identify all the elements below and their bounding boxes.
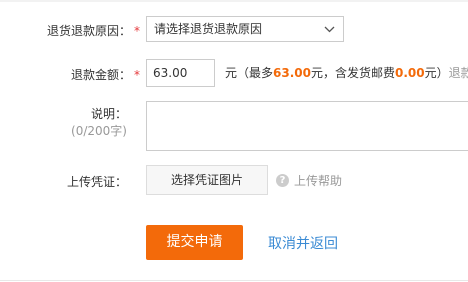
select-image-button[interactable]: 选择凭证图片	[146, 165, 268, 195]
upload-help-label: 上传帮助	[294, 174, 343, 188]
refund-amount-input[interactable]	[146, 59, 215, 87]
description-char-count: (0/200字)	[71, 124, 127, 138]
submit-button[interactable]: 提交申请	[146, 225, 243, 260]
upload-help-link[interactable]: ? 上传帮助	[276, 172, 342, 189]
reason-label: 退货退款原因： *	[47, 22, 140, 39]
description-textarea[interactable]	[146, 101, 468, 151]
question-circle-icon: ?	[276, 174, 289, 187]
reason-select[interactable]: 请选择退货退款原因	[146, 16, 344, 42]
shipping-fee: 0.00	[395, 66, 425, 80]
reason-select-value: 请选择退货退款原因	[154, 22, 263, 36]
upload-label: 上传凭证：	[66, 175, 127, 189]
amount-note: 元（最多63.00元，含发货邮费0.00元）退款	[225, 63, 468, 83]
reason-label-text: 退货退款原因：	[46, 24, 131, 38]
amount-note-mid: 元，含发货邮费	[310, 66, 395, 80]
max-amount: 63.00	[273, 66, 311, 80]
amount-note-prefix: 元（最多	[225, 66, 274, 80]
bottom-divider	[0, 280, 468, 281]
amount-label: 退款金额： *	[71, 66, 140, 83]
cancel-return-link[interactable]: 取消并返回	[268, 233, 338, 253]
amount-label-text: 退款金额：	[70, 68, 131, 82]
chevron-down-icon	[324, 17, 335, 41]
amount-note-cut: 退款	[448, 66, 468, 80]
top-divider	[0, 0, 468, 2]
amount-required-mark: *	[134, 68, 140, 82]
reason-required-mark: *	[134, 24, 140, 38]
description-label: 说明：	[90, 107, 127, 121]
amount-note-suffix: 元）	[424, 66, 449, 80]
